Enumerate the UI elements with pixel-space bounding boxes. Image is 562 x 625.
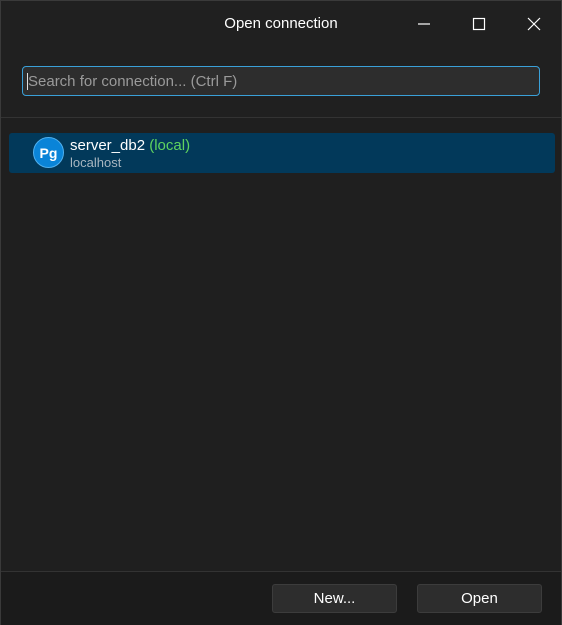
connection-item[interactable]: Pg server_db2 (local) localhost <box>9 133 555 173</box>
postgresql-icon: Pg <box>33 137 64 168</box>
text-caret <box>27 73 28 90</box>
minimize-icon <box>418 23 430 25</box>
open-button[interactable]: Open <box>417 584 542 613</box>
dialog-footer: New... Open <box>1 571 561 625</box>
connection-name: server_db2 (local) <box>70 137 190 154</box>
close-icon <box>527 17 541 31</box>
title-bar[interactable]: Open connection <box>1 1 561 47</box>
connection-list: Pg server_db2 (local) localhost <box>1 118 561 571</box>
minimize-button[interactable] <box>401 1 447 47</box>
maximize-button[interactable] <box>456 1 502 47</box>
new-button[interactable]: New... <box>272 584 397 613</box>
open-connection-dialog: Open connection Pg server_db2 (loc <box>0 0 562 625</box>
search-area <box>1 47 561 118</box>
connection-local-tag: (local) <box>149 137 191 154</box>
connection-host: localhost <box>70 155 122 170</box>
search-input[interactable] <box>22 66 540 96</box>
maximize-icon <box>472 17 486 31</box>
postgresql-icon-text: Pg <box>39 144 58 161</box>
connection-name-text: server_db2 <box>70 137 146 154</box>
close-button[interactable] <box>511 1 557 47</box>
